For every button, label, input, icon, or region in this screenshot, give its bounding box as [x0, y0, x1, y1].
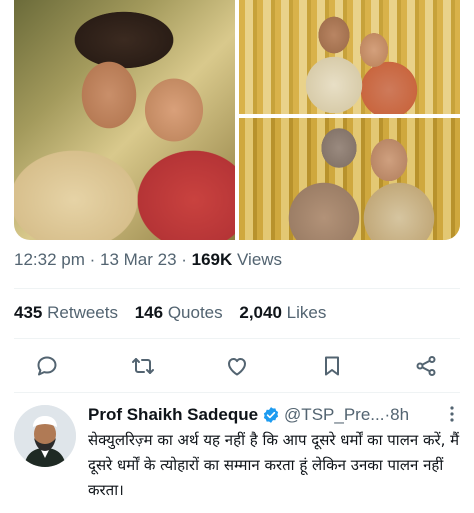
reply-icon — [37, 356, 57, 376]
views-count: 169K — [191, 250, 233, 269]
retweets-count: 435 — [14, 303, 43, 322]
retweet-icon — [132, 358, 154, 374]
divider — [14, 392, 460, 393]
bookmark-icon — [325, 356, 339, 376]
like-button[interactable] — [225, 354, 249, 378]
share-button[interactable] — [414, 354, 438, 378]
verified-badge-icon — [262, 406, 280, 424]
likes-count: 2,040 — [239, 303, 282, 322]
retweet-button[interactable] — [131, 354, 155, 378]
more-options-button[interactable] — [448, 405, 456, 428]
author-name[interactable]: Prof Shaikh Sadeque — [88, 405, 258, 425]
likes-label: Likes — [286, 303, 327, 322]
reply-text: सेक्युलरिज़्म का अर्थ यह नहीं है कि आप द… — [88, 431, 460, 499]
quotes-count: 146 — [134, 303, 164, 322]
reply-tweet[interactable]: Prof Shaikh Sadeque @TSP_Pre... · 8h सेक… — [0, 395, 474, 513]
tweet-photo-1[interactable] — [14, 0, 235, 240]
tweet-action-bar — [0, 350, 474, 382]
avatar-icon — [14, 405, 76, 467]
like-icon — [228, 358, 246, 376]
divider — [14, 338, 460, 339]
author-handle[interactable]: @TSP_Pre... — [284, 405, 384, 425]
views-label: Views — [232, 250, 283, 269]
share-icon — [416, 356, 436, 376]
more-vertical-icon — [450, 406, 454, 422]
quotes-label: Quotes — [167, 303, 223, 322]
tweet-photo-3[interactable] — [239, 118, 460, 240]
tweet-photo-2[interactable] — [239, 0, 460, 114]
divider — [14, 288, 460, 289]
retweets-label: Retweets — [47, 303, 118, 322]
tweet-timestamp[interactable]: 12:32 pm · 13 Mar 23 · — [14, 250, 192, 269]
reply-time[interactable]: 8h — [390, 405, 409, 425]
bookmark-button[interactable] — [320, 354, 344, 378]
reply-header: Prof Shaikh Sadeque @TSP_Pre... · 8h — [88, 405, 409, 425]
avatar[interactable] — [14, 405, 76, 467]
likes-stat[interactable]: 2,040 Likes — [239, 303, 326, 322]
tweet-stats: 435 Retweets 146 Quotes 2,040 Likes — [14, 303, 338, 323]
quotes-stat[interactable]: 146 Quotes — [135, 303, 223, 322]
tweet-media-grid — [14, 0, 460, 240]
reply-button[interactable] — [35, 354, 59, 378]
tweet-timestamp-line: 12:32 pm · 13 Mar 23 · 169K Views — [14, 250, 282, 270]
retweets-stat[interactable]: 435 Retweets — [14, 303, 118, 322]
